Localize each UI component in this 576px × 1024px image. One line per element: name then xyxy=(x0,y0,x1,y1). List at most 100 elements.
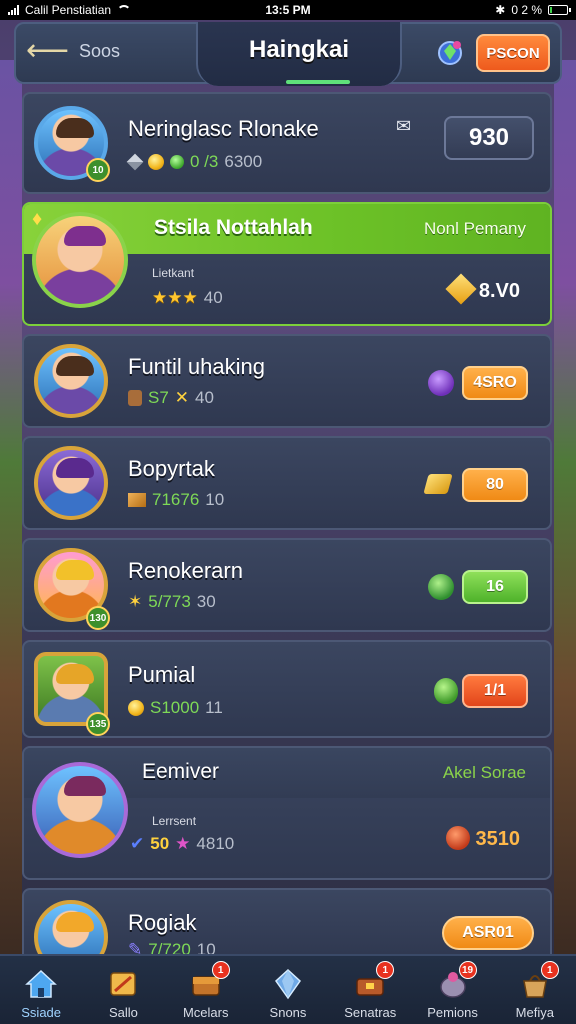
score-box: 930 xyxy=(444,116,534,160)
leaf-icon xyxy=(428,574,454,600)
page-title: Haingkai xyxy=(248,36,350,63)
carrier-label: Calil Penstiatian xyxy=(25,3,112,17)
status-time: 13:5 PM xyxy=(265,3,311,17)
level-badge: 135 xyxy=(86,712,110,736)
bluetooth-icon: ✱ xyxy=(495,3,506,17)
avatar xyxy=(32,762,128,858)
list-item-highlighted[interactable]: Stsila Nottahlah Nonl Pemany ♦ Lietkant … xyxy=(22,202,552,326)
nav-item-market[interactable]: 1 Mcelars xyxy=(170,961,242,1020)
back-button[interactable]: ⟵ Soos xyxy=(26,36,120,66)
stat-secondary: 30 xyxy=(196,592,216,611)
reward-button[interactable]: 1/1 xyxy=(462,674,528,708)
stat-secondary: 10 xyxy=(205,490,225,509)
nav-label: Snons xyxy=(269,1005,307,1020)
coin-icon xyxy=(148,154,164,170)
home-icon xyxy=(25,969,58,998)
stat-primary: 5/773 xyxy=(148,592,191,611)
notification-badge: 1 xyxy=(540,961,559,979)
swords-icon: ✕ xyxy=(174,388,190,407)
nav-item-premium[interactable]: 19 Pemions xyxy=(417,961,489,1020)
banner-title: Stsila Nottahlah xyxy=(154,216,313,239)
wifi-icon xyxy=(117,5,132,15)
player-name: Neringlasc Rlonake xyxy=(128,116,319,141)
list-item[interactable]: Funtil uhaking S7 ✕ 40 4SRO xyxy=(22,334,552,428)
list-item-highlighted[interactable]: Eemiver Akel Sorae Lerrsent ✔ 50 ★ 4810 … xyxy=(22,746,552,880)
nav-item-more[interactable]: 1 Mefiya xyxy=(499,961,571,1020)
item-value: 8.V0 xyxy=(478,280,520,302)
orb-icon xyxy=(428,370,454,396)
player-stats: 71676 10 xyxy=(128,490,224,510)
emerald-icon xyxy=(170,155,184,169)
cube-icon xyxy=(126,153,144,171)
star-icon: ★ xyxy=(175,834,191,853)
reward-button[interactable]: 4SRO xyxy=(462,366,528,400)
banner-subtitle: Akel Sorae xyxy=(442,763,526,782)
active-tab-indicator xyxy=(286,80,350,84)
stat-secondary: 4810 xyxy=(196,834,235,853)
player-name: Pumial xyxy=(128,662,196,687)
stat-primary: 50 xyxy=(150,834,170,853)
player-stats: ✶ 5/773 30 xyxy=(128,592,216,612)
battery-percent: 0 2 % xyxy=(511,3,542,17)
nav-item-battle[interactable]: Sallo xyxy=(87,967,159,1020)
header-action-button[interactable]: PSCON xyxy=(476,34,550,72)
sub-label: Lietkant xyxy=(152,266,195,280)
status-bar: Calil Penstiatian 13:5 PM ✱ 0 2 % xyxy=(0,0,576,20)
stat-primary: S1000 xyxy=(150,698,200,717)
list-item[interactable]: 135 Pumial S1000 11 1/1 xyxy=(22,640,552,738)
background-scenery-right xyxy=(554,60,576,954)
portrait-icon xyxy=(128,390,142,406)
gem-icon[interactable] xyxy=(436,38,464,66)
stat-secondary: 11 xyxy=(205,698,223,717)
list-item[interactable]: 130 Renokerarn ✶ 5/773 30 16 xyxy=(22,538,552,632)
back-label: Soos xyxy=(79,40,121,61)
chat-icon[interactable]: ✉ xyxy=(396,116,411,137)
nav-label: Senatras xyxy=(344,1005,397,1020)
reward-button[interactable]: 16 xyxy=(462,570,528,604)
player-name: Rogiak xyxy=(128,910,197,935)
title-tab: Haingkai xyxy=(196,22,402,86)
level-badge: 130 xyxy=(86,606,110,630)
player-stats: S7 ✕ 40 xyxy=(128,388,214,408)
battery-icon xyxy=(548,5,571,15)
gold-gem-icon xyxy=(445,273,477,305)
banner-subtitle: Nonl Pemany xyxy=(423,219,526,238)
player-stats: ★★★ 40 xyxy=(152,288,223,308)
avatar xyxy=(34,344,108,418)
nav-item-shop[interactable]: Snons xyxy=(252,967,324,1020)
coin-icon xyxy=(128,700,144,716)
cookie-icon xyxy=(446,826,470,850)
scroll-icon xyxy=(110,972,137,996)
chest-icon xyxy=(128,493,146,507)
notification-badge: 19 xyxy=(458,961,477,979)
gold-bar-icon xyxy=(423,474,453,494)
check-icon: ✔ xyxy=(130,834,145,853)
nav-item-events[interactable]: 1 Senatras xyxy=(334,961,406,1020)
reward-button[interactable]: ASR01 xyxy=(442,916,534,950)
list-item[interactable]: Bopyrtak 71676 10 80 xyxy=(22,436,552,530)
stars-rating: ★★★ xyxy=(152,288,198,307)
player-stats: S1000 11 xyxy=(128,698,223,718)
notification-badge: 1 xyxy=(211,961,230,979)
crown-icon: ♦ xyxy=(32,208,43,230)
player-stats: ✔ 50 ★ 4810 xyxy=(130,834,234,854)
stat-primary: 0 /3 xyxy=(190,152,219,171)
player-name: Funtil uhaking xyxy=(128,354,265,379)
background-scenery-left xyxy=(0,60,22,954)
player-name: Bopyrtak xyxy=(128,456,215,481)
player-name: Renokerarn xyxy=(128,558,243,583)
notification-badge: 1 xyxy=(376,961,395,979)
bottom-navigation: Ssiade Sallo 1 Mcelars Snons 1 Senatras xyxy=(0,954,576,1024)
nav-item-home[interactable]: Ssiade xyxy=(5,967,77,1020)
potion-icon xyxy=(434,678,458,704)
crystal-icon xyxy=(274,968,301,1000)
avatar xyxy=(32,212,128,308)
nav-label: Pemions xyxy=(427,1005,478,1020)
banner-title: Eemiver xyxy=(142,760,220,783)
list-item[interactable]: Rogiak ✎ 7/720 10 ASR01 xyxy=(22,888,552,974)
back-arrow-icon: ⟵ xyxy=(26,34,70,67)
stat-level: 40 xyxy=(203,288,223,307)
reward-button[interactable]: 80 xyxy=(462,468,528,502)
top-header: ⟵ Soos Haingkai PSCON xyxy=(14,22,562,86)
list-item[interactable]: 10 Neringlasc Rlonake 0 /3 6300 ✉ 930 xyxy=(22,92,552,194)
